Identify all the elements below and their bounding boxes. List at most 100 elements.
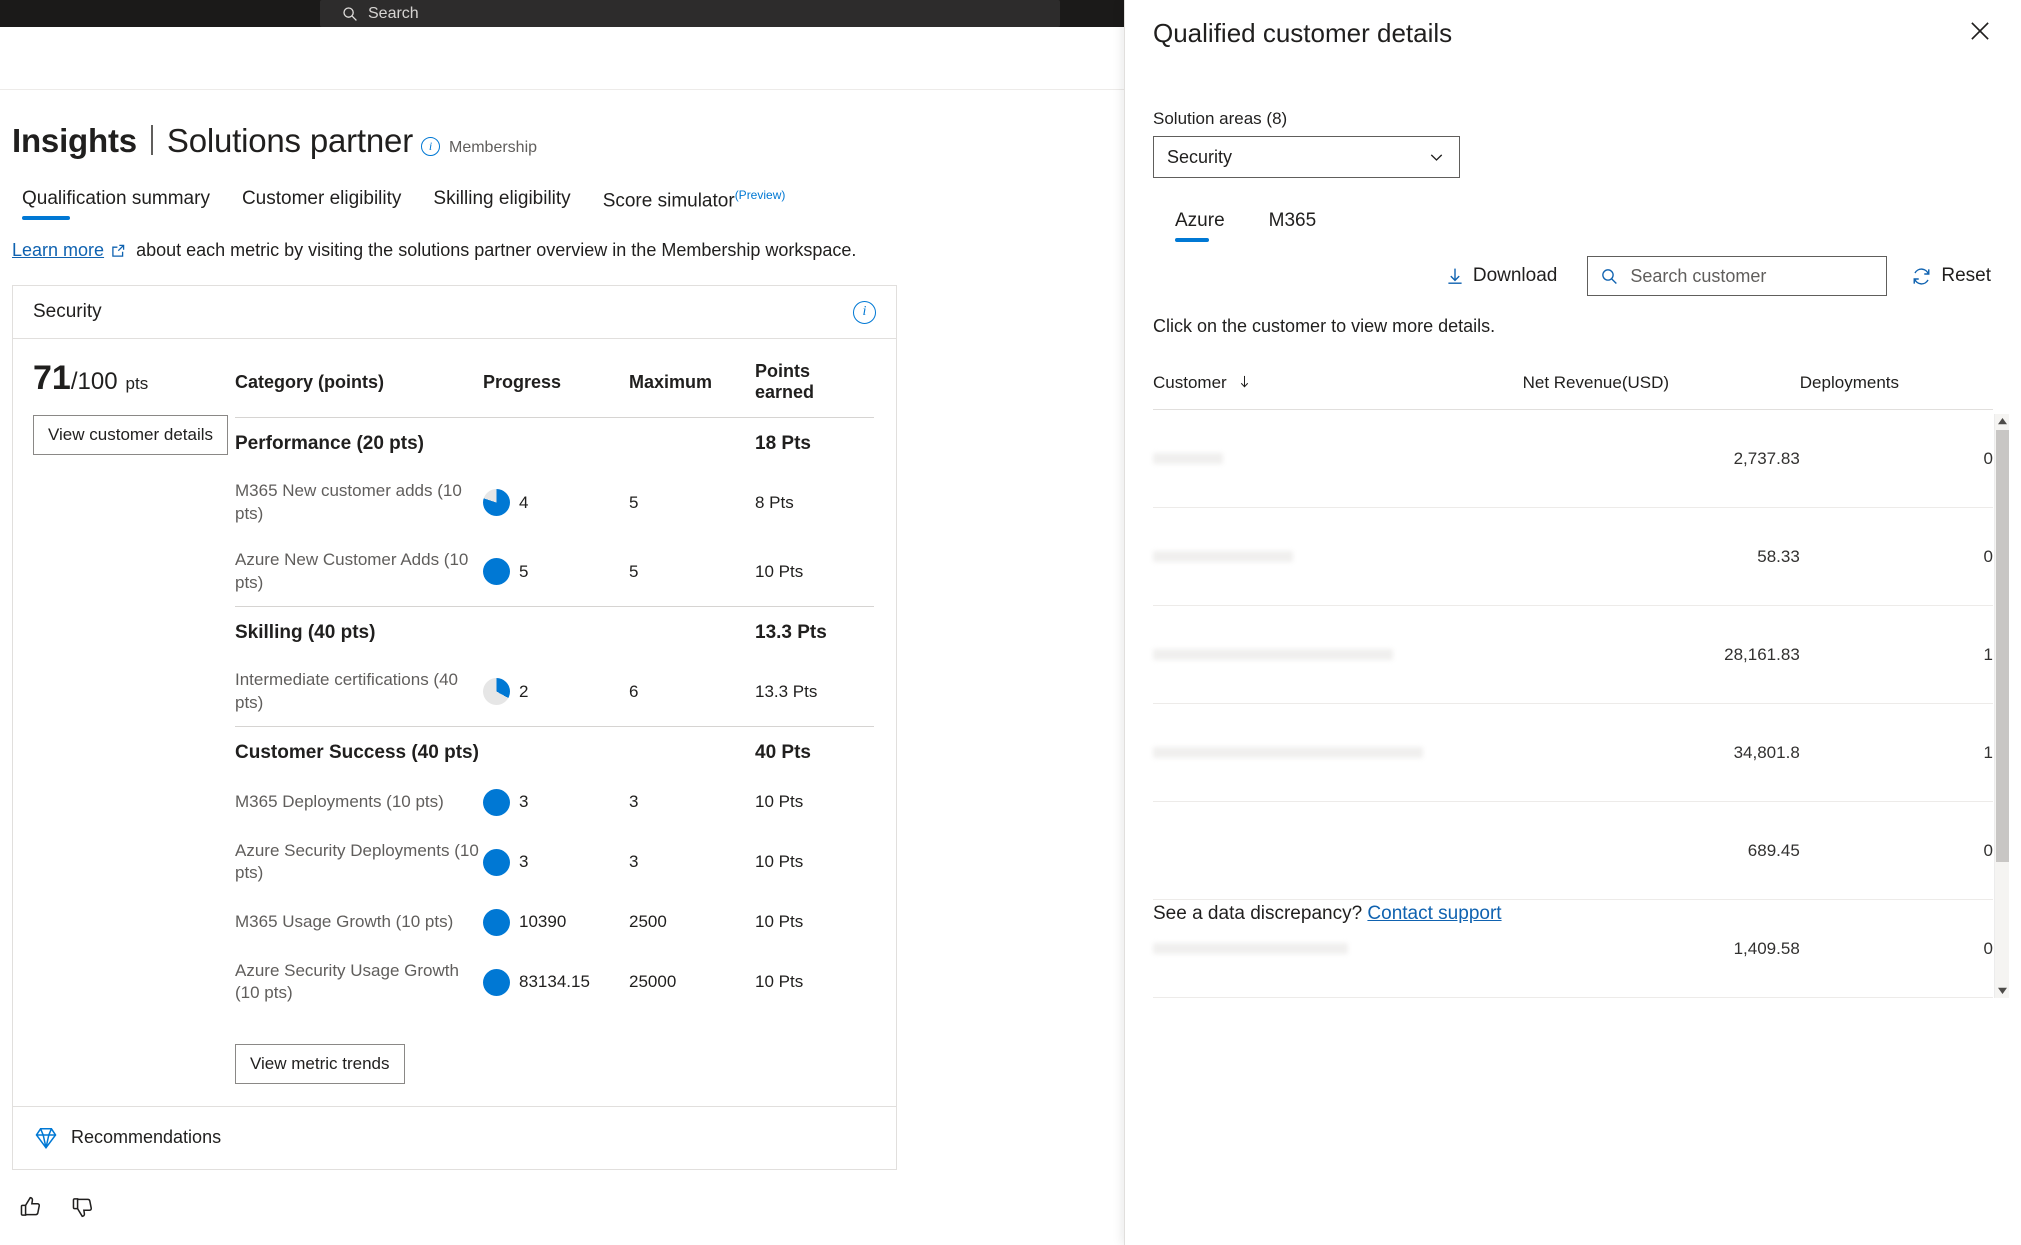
metric-progress-value: 3 [519, 852, 529, 872]
metric-label: Azure New Customer Adds (10 pts) [235, 550, 469, 592]
progress-pie-icon [483, 848, 510, 876]
redacted-customer-name [1153, 649, 1393, 660]
table-row[interactable]: 689.45 0 [1153, 801, 1993, 900]
customer-name-cell [1153, 508, 1523, 605]
metric-row: M365 New customer adds (10 pts) 4 5 8 Pts [235, 468, 874, 537]
metric-group-name: Customer Success (40 pts) [235, 725, 483, 777]
sort-descending-icon [1241, 375, 1249, 388]
info-icon[interactable]: i [421, 137, 440, 156]
tab-skilling-eligibility[interactable]: Skilling eligibility [417, 184, 586, 226]
panel-tab-azure[interactable]: Azure [1153, 206, 1247, 248]
download-button[interactable]: Download [1437, 259, 1566, 293]
metric-points-earned: 10 Pts [755, 852, 804, 872]
redacted-customer-name [1153, 747, 1423, 758]
metric-progress-value: 83134.15 [519, 972, 590, 992]
qualified-customer-details-panel: Qualified customer details Solution area… [1124, 0, 2021, 1245]
recommendations-row[interactable]: Recommendations [13, 1105, 896, 1169]
feedback-row [18, 1194, 1124, 1220]
refresh-icon [1913, 267, 1930, 285]
table-row[interactable]: 2,737.83 0 [1153, 409, 1993, 508]
thumbs-up-icon[interactable] [18, 1194, 44, 1220]
table-row[interactable]: 34,801.8 1 [1153, 703, 1993, 802]
metric-row: M365 Deployments (10 pts) 3 3 10 Pts [235, 777, 874, 828]
customer-grid-scrollbar[interactable] [1994, 414, 2009, 998]
app-subheader [0, 27, 1124, 90]
metric-progress-value: 4 [519, 492, 529, 512]
column-header-progress: Progress [483, 371, 562, 392]
panel-tab-m365[interactable]: M365 [1247, 206, 1339, 248]
table-row[interactable]: 28,161.83 1 [1153, 605, 1993, 704]
progress-pie-icon [483, 788, 510, 816]
score-denominator: /100 [70, 368, 118, 396]
metric-group-name: Performance (20 pts) [235, 417, 483, 469]
metric-row: Azure New Customer Adds (10 pts) 5 5 10 Pts [235, 537, 874, 606]
download-icon [1448, 268, 1462, 284]
metric-points-earned: 10 Pts [755, 561, 804, 581]
table-row[interactable]: 58.33 0 [1153, 507, 1993, 606]
panel-title: Qualified customer details [1153, 18, 1453, 48]
metric-row: Azure Security Usage Growth (10 pts) 8313… [235, 948, 874, 1017]
scroll-up-icon[interactable] [1995, 414, 2010, 429]
card-footer-actions: View metric trends [235, 1017, 874, 1106]
global-search-input[interactable]: Search [320, 0, 1060, 27]
scrollbar-thumb[interactable] [1996, 430, 2009, 862]
metric-row: Intermediate certifications (40 pts) 2 6 13… [235, 657, 874, 726]
customer-name-cell [1153, 606, 1523, 703]
metric-group-points: 13.3 Pts [755, 606, 874, 658]
search-icon [1602, 268, 1618, 284]
view-customer-details-button[interactable]: View customer details [33, 415, 229, 456]
solution-areas-select[interactable]: Security [1153, 136, 1460, 178]
progress-pie-icon [483, 489, 510, 517]
download-label: Download [1472, 265, 1558, 286]
panel-tab-label: Azure [1175, 210, 1225, 231]
metric-group-row: Skilling (40 pts) 13.3 Pts [235, 606, 874, 658]
app-topbar: Search [0, 0, 1124, 27]
metric-group-points: 40 Pts [755, 725, 874, 777]
progress-pie-icon [483, 968, 510, 996]
learn-more-link[interactable]: Learn more [12, 240, 104, 261]
metric-label: M365 New customer adds (10 pts) [235, 481, 462, 523]
card-title: Security [33, 301, 102, 323]
column-header-net-revenue[interactable]: Net Revenue(USD) [1522, 363, 1800, 410]
metric-points-earned: 10 Pts [755, 972, 804, 992]
score-column: 71 /100 pts View customer details [13, 353, 235, 1105]
tab-score-simulator[interactable]: Score simulator(Preview) [587, 184, 802, 228]
page-title-secondary: Solutions partner [166, 122, 413, 159]
metric-points-earned: 10 Pts [755, 912, 804, 932]
metric-row: Azure Security Deployments (10 pts) 3 3 10 … [235, 828, 874, 897]
view-metric-trends-button[interactable]: View metric trends [235, 1043, 405, 1084]
learn-more-row: Learn more about each metric by visiting… [12, 240, 1124, 261]
contact-support-link[interactable]: Contact support [1367, 903, 1501, 924]
panel-footer: See a data discrepancy? Contact support [1153, 903, 1502, 925]
column-header-points-earned: Points earned [755, 361, 815, 403]
diamond-icon [35, 1127, 57, 1149]
thumbs-down-icon[interactable] [70, 1194, 96, 1220]
metric-progress: 83134.15 [483, 968, 629, 996]
tab-label: Qualification summary [22, 188, 210, 209]
metric-maximum: 25000 [629, 972, 677, 992]
page-subtitle: Membership [449, 139, 538, 156]
metric-label: Intermediate certifications (40 pts) [235, 670, 458, 712]
metric-progress: 3 [483, 848, 629, 876]
global-search-placeholder: Search [368, 4, 419, 22]
metric-label: M365 Usage Growth (10 pts) [235, 912, 454, 932]
metric-points-earned: 13.3 Pts [755, 681, 818, 701]
card-info-button[interactable]: i [853, 300, 876, 324]
tab-preview-badge: (Preview) [734, 188, 786, 202]
tab-customer-eligibility[interactable]: Customer eligibility [226, 184, 417, 226]
metric-maximum: 3 [629, 852, 639, 872]
close-icon[interactable] [1967, 18, 1993, 44]
reset-button[interactable]: Reset [1909, 259, 1993, 293]
deployments-cell: 1 [1799, 605, 1993, 704]
scroll-down-icon[interactable] [1995, 983, 2010, 998]
tab-qualification-summary[interactable]: Qualification summary [22, 184, 226, 226]
column-header-category: Category (points) [235, 371, 385, 392]
metric-group-name: Skilling (40 pts) [235, 606, 483, 658]
card-header: Security i [13, 286, 896, 340]
external-link-icon [112, 244, 125, 257]
search-customer-input[interactable] [1630, 265, 1875, 287]
progress-pie-icon [483, 678, 510, 706]
column-header-customer[interactable]: Customer [1153, 363, 1523, 410]
column-header-deployments[interactable]: Deployments [1799, 363, 1993, 410]
customer-search-box[interactable] [1587, 256, 1888, 296]
